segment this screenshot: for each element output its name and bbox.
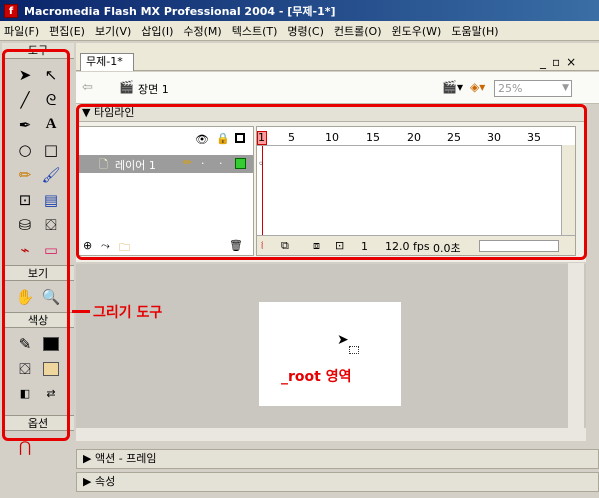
menu-commands[interactable]: 명령(C): [287, 23, 324, 39]
chevron-down-icon: ▼: [562, 83, 569, 93]
minimize-icon[interactable]: _: [540, 55, 552, 69]
tools-highlight-box: [2, 49, 70, 441]
menu-file[interactable]: 파일(F): [4, 23, 39, 39]
edit-symbol-icon[interactable]: ◈▾: [470, 80, 485, 94]
expand-triangle-icon: ▶: [83, 452, 95, 465]
drawing-tools-annotation: 그리기 도구: [93, 305, 163, 321]
menu-text[interactable]: 텍스트(T): [232, 23, 278, 39]
properties-panel-title: 속성: [94, 475, 116, 488]
stage-vscroll[interactable]: [568, 263, 584, 428]
title-bar: f Macromedia Flash MX Professional 2004 …: [0, 0, 599, 21]
menu-view[interactable]: 보기(V): [95, 23, 131, 39]
flash-app-icon: f: [4, 3, 18, 18]
cursor-icon: ➤: [337, 332, 349, 348]
scene-icon: 🎬: [119, 80, 134, 94]
root-area-annotation: _root 영역: [281, 369, 352, 385]
close-icon[interactable]: ×: [566, 55, 582, 69]
back-arrow-icon[interactable]: ⇦: [82, 80, 93, 95]
edit-bar: ⇦ 🎬 장면 1 🎬▾ ◈▾ 25% ▼: [76, 72, 599, 104]
actions-panel-title: 액션 - 프레임: [94, 452, 157, 465]
properties-panel-header[interactable]: ▶ 속성: [76, 472, 599, 492]
zoom-select[interactable]: 25% ▼: [494, 80, 572, 97]
menu-bar: 파일(F) 편집(E) 보기(V) 삽입(I) 수정(M) 텍스트(T) 명령(…: [0, 21, 599, 41]
edit-scene-icon[interactable]: 🎬▾: [442, 80, 463, 94]
menu-window[interactable]: 윈도우(W): [392, 23, 442, 39]
scene-label: 장면 1: [138, 83, 169, 96]
document-tab-strip: [76, 43, 599, 71]
annotation-arrow: [72, 310, 90, 313]
menu-edit[interactable]: 편집(E): [49, 23, 85, 39]
window-title: Macromedia Flash MX Professional 2004 - …: [24, 4, 336, 18]
menu-insert[interactable]: 삽입(I): [141, 23, 173, 39]
menu-help[interactable]: 도움말(H): [451, 23, 498, 39]
cursor-box-icon: [349, 346, 359, 354]
expand-triangle-icon: ▶: [83, 475, 95, 488]
restore-icon[interactable]: ▫: [552, 55, 566, 69]
stage-canvas[interactable]: ➤: [259, 302, 401, 406]
document-window-controls: _▫×: [540, 55, 582, 69]
document-tab[interactable]: 무제-1*: [80, 53, 134, 71]
menu-modify[interactable]: 수정(M): [183, 23, 221, 39]
zoom-value: 25%: [498, 82, 523, 95]
actions-panel-header[interactable]: ▶ 액션 - 프레임: [76, 449, 599, 469]
timeline-highlight-box: [76, 104, 587, 260]
stage-hscroll[interactable]: [76, 428, 586, 441]
menu-control[interactable]: 컨트롤(O): [334, 23, 382, 39]
stage-workspace: ➤ _root 영역: [76, 264, 586, 429]
